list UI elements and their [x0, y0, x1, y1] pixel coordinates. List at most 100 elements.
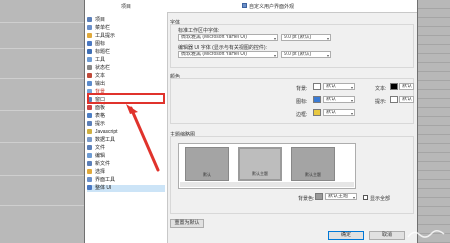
tile-label: 默认: [203, 172, 211, 177]
sidebar-item[interactable]: 图标: [87, 41, 165, 48]
sidebar-item-label: 输出: [95, 81, 106, 87]
show-all-label: 显示全部: [370, 196, 391, 202]
chevron-down-icon: ▾: [350, 111, 353, 116]
text-color-swatch[interactable]: [390, 83, 398, 90]
theme-select[interactable]: 默认主题 ▾: [325, 193, 357, 200]
border-label: 边框:: [296, 112, 308, 118]
text-label: 文本:: [375, 86, 387, 92]
sidebar-item[interactable]: 状态栏: [87, 65, 165, 72]
item-icon: [87, 161, 92, 166]
font1-label: 标准工作区中字体:: [178, 28, 220, 34]
sidebar-item-label: 标题栏: [95, 49, 111, 55]
border-color-select[interactable]: 默认 ▾: [323, 109, 355, 116]
cancel-button[interactable]: 取消: [369, 231, 405, 240]
tile-label: 默认主题: [305, 172, 321, 177]
app-icon: [242, 3, 247, 8]
sidebar-item-label: 图标: [95, 41, 106, 47]
sidebar-item-label: 新文件: [95, 161, 111, 167]
sidebar-item[interactable]: 编辑: [87, 153, 165, 160]
highlight-box: [87, 93, 165, 104]
bg-label: 背景:: [296, 86, 308, 92]
tile-label: 默认主题: [252, 171, 268, 176]
item-icon: [87, 33, 92, 38]
item-icon: [87, 65, 92, 70]
sidebar-item[interactable]: 文本: [87, 73, 165, 80]
theme-preview-list[interactable]: 默认 默认主题 默认主题: [178, 143, 356, 189]
item-icon: [87, 169, 92, 174]
hint-label: 提示:: [375, 99, 387, 105]
sidebar-item-label: 整体 UI: [95, 185, 112, 191]
icon-color-swatch[interactable]: [313, 96, 321, 103]
theme-color-swatch[interactable]: [315, 193, 323, 200]
font2-label: 编辑器 UI 字体 (显示与有关视图的控件):: [178, 45, 267, 51]
item-icon: [87, 185, 92, 190]
sidebar-item-label: 菜单栏: [95, 25, 111, 31]
theme-value: 默认主题: [328, 193, 349, 199]
chevron-down-icon: ▾: [326, 36, 329, 41]
hint-color-swatch[interactable]: [390, 96, 398, 103]
font2-value: 微软雅黑 (Microsoft YaHei UI): [181, 51, 247, 57]
font2-size-select[interactable]: 9.0 pt (默认) ▾: [281, 51, 331, 58]
sidebar-item-label: 数据工具: [95, 137, 116, 143]
item-icon: [87, 73, 92, 78]
item-icon: [87, 177, 92, 182]
sidebar-item-label: 工具提示: [95, 33, 116, 39]
sidebar-item[interactable]: 文件: [87, 145, 165, 152]
sidebar-item[interactable]: 表格: [87, 113, 165, 120]
sidebar-item[interactable]: 输出: [87, 81, 165, 88]
sidebar-item-label: 选择: [95, 169, 106, 175]
sidebar-item[interactable]: 界面工具: [87, 177, 165, 184]
bg-color-swatch[interactable]: [313, 83, 321, 90]
item-icon: [87, 49, 92, 54]
sidebar-list[interactable]: 项目 项目 菜单栏 工具提示 图标 标题栏 工具 状态栏 文本 输出 背景 窗口 面板 表格 提示 Java…: [85, 4, 168, 243]
sidebar-item[interactable]: 新文件: [87, 161, 165, 168]
sidebar-item[interactable]: 项目: [87, 17, 165, 24]
theme-tile-selected[interactable]: 默认主题: [238, 147, 282, 181]
font1-value: 微软雅黑 (Microsoft YaHei UI): [181, 34, 247, 40]
theme-tile[interactable]: 默认主题: [291, 147, 335, 181]
chevron-down-icon: ▾: [273, 36, 276, 41]
watermark-logo: [407, 230, 445, 238]
reset-default-button[interactable]: 重置为默认: [170, 219, 204, 228]
font2-select[interactable]: 微软雅黑 (Microsoft YaHei UI) ▾: [178, 51, 278, 58]
item-icon: [87, 81, 92, 86]
sidebar-item[interactable]: 菜单栏: [87, 25, 165, 32]
sidebar-item[interactable]: 选择: [87, 169, 165, 176]
icon-color-select[interactable]: 默认 ▾: [323, 96, 355, 103]
sidebar-item[interactable]: 工具提示: [87, 33, 165, 40]
sidebar-item[interactable]: 数据工具: [87, 137, 165, 144]
font1-select[interactable]: 微软雅黑 (Microsoft YaHei UI) ▾: [178, 34, 278, 41]
bg-color-select[interactable]: 默认 ▾: [323, 83, 355, 90]
item-icon: [87, 121, 92, 126]
hint-color-select[interactable]: 默认: [399, 96, 414, 103]
dialog-title: 自定义用户界面外观: [249, 4, 295, 10]
sidebar-item[interactable]: 整体 UI: [87, 185, 165, 192]
font1-size-select[interactable]: 9.0 pt (默认) ▾: [281, 34, 331, 41]
sidebar-item[interactable]: Javascript: [87, 129, 165, 136]
sidebar-item-label: 界面工具: [95, 177, 116, 183]
sidebar-item[interactable]: 工具: [87, 57, 165, 64]
bg-color-value: 默认: [326, 83, 337, 89]
sidebar-item-label: 表格: [95, 113, 106, 119]
theme-label: 背景色:: [298, 196, 315, 202]
border-color-swatch[interactable]: [313, 109, 321, 116]
ok-button[interactable]: 确定: [328, 231, 364, 240]
sidebar-item[interactable]: 面板: [87, 105, 165, 112]
item-icon: [87, 41, 92, 46]
chevron-down-icon: ▾: [326, 53, 329, 58]
background-window-strip: [0, 0, 84, 243]
icon-color-value: 默认: [326, 96, 337, 102]
item-icon: [87, 145, 92, 150]
sidebar-item[interactable]: 标题栏: [87, 49, 165, 56]
chevron-down-icon: ▾: [352, 195, 355, 200]
sidebar-item[interactable]: 提示: [87, 121, 165, 128]
horizontal-scrollbar[interactable]: [180, 182, 354, 187]
show-all-checkbox[interactable]: [363, 195, 368, 200]
item-icon: [87, 129, 92, 134]
theme-tile[interactable]: 默认: [185, 147, 229, 181]
text-color-select[interactable]: 默认: [399, 83, 414, 90]
sidebar-item-label: 状态栏: [95, 65, 111, 71]
sidebar-item-label: 工具: [95, 57, 106, 63]
sidebar-item-label: 文本: [95, 73, 106, 79]
chevron-down-icon: ▾: [350, 98, 353, 103]
